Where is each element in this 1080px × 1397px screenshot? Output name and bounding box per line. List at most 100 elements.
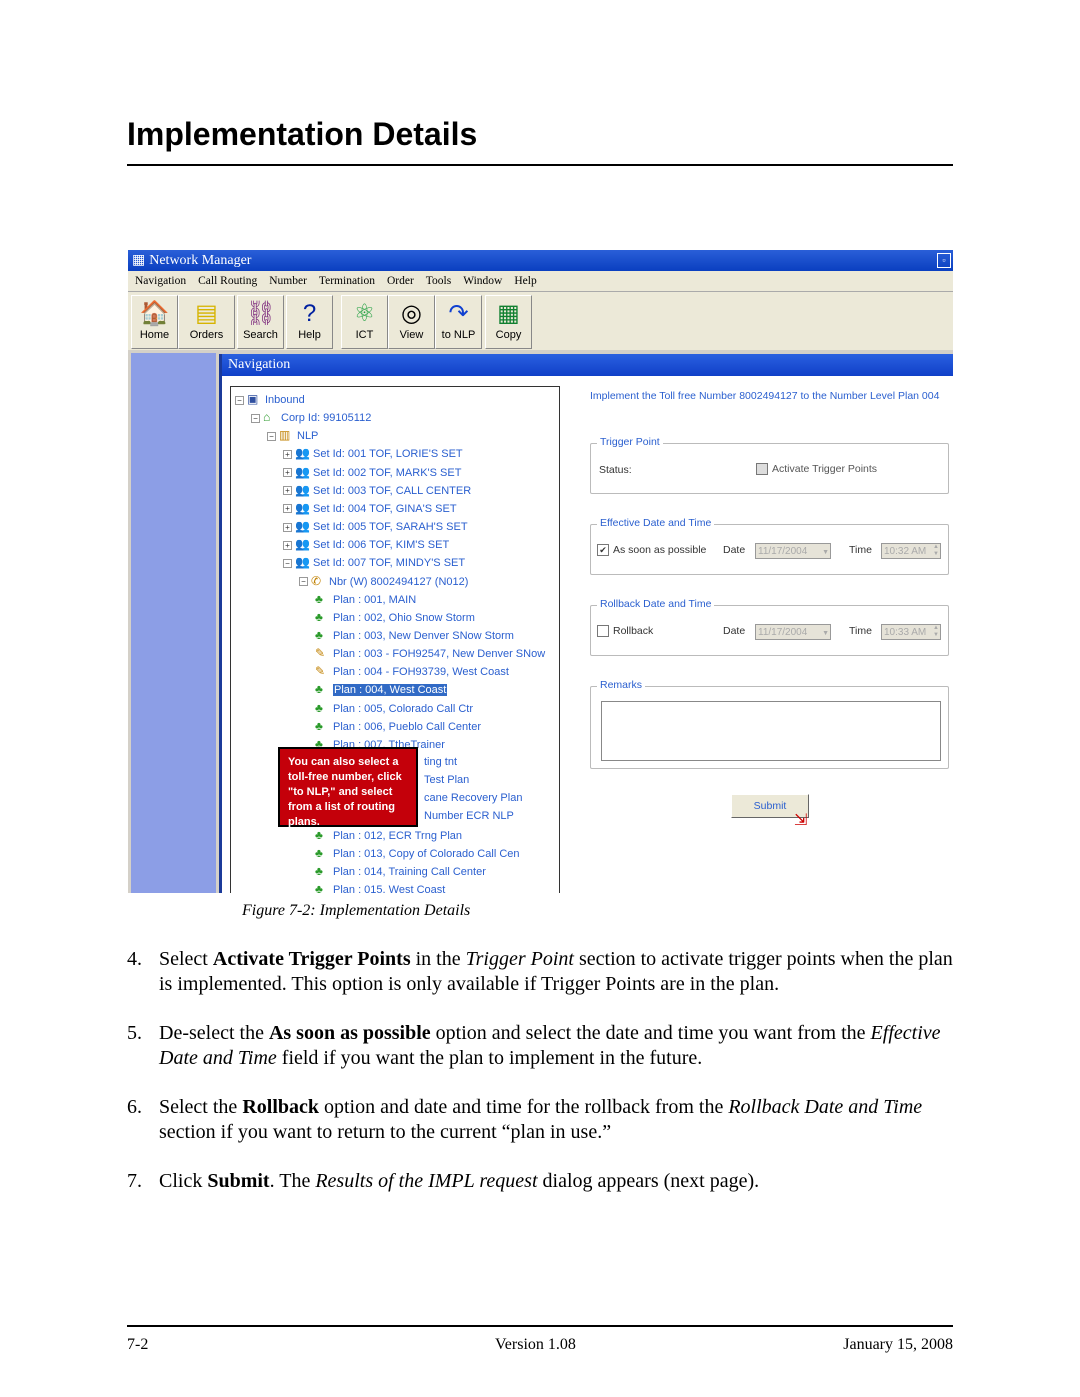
menu-termination[interactable]: Termination xyxy=(319,275,375,287)
tree-item[interactable]: + 👥 Set Id: 001 TOF, LORIE'S SET xyxy=(283,444,463,462)
effective-date-picker[interactable]: 11/17/2004 ▼ xyxy=(755,543,831,559)
trigger-point-group: Trigger Point Status: Activate Trigger P… xyxy=(590,436,949,494)
spinner-icon[interactable]: ▲ ▼ xyxy=(933,544,939,558)
cursor-arrow-icon: ⇲ xyxy=(794,812,808,829)
step-text: Select the Rollback option and date and … xyxy=(159,1096,923,1143)
spinner-icon[interactable]: ▲ ▼ xyxy=(933,625,939,639)
tree-item-label: Set Id: 007 TOF, MINDY'S SET xyxy=(313,557,466,570)
tree-item[interactable]: ♣ Plan : 006, Pueblo Call Center xyxy=(315,717,481,735)
collapse-icon[interactable]: − xyxy=(283,558,292,568)
tree-item-label: Set Id: 003 TOF, CALL CENTER xyxy=(313,484,472,497)
routing-plan-icon: ♣ xyxy=(315,700,323,715)
toolbar-label: Copy xyxy=(495,329,522,341)
rollback-time-spinner[interactable]: 10:33 AM ▲ ▼ xyxy=(881,624,941,640)
tree-item[interactable]: + 👥 Set Id: 004 TOF, GINA'S SET xyxy=(283,499,457,517)
tree-item[interactable]: + 👥 Set Id: 003 TOF, CALL CENTER xyxy=(283,481,471,499)
tree-item[interactable]: + 👥 Set Id: 002 TOF, MARK'S SET xyxy=(283,463,461,481)
chevron-down-icon[interactable]: ▼ xyxy=(822,626,829,642)
tree-item[interactable]: − ▥ NLP xyxy=(267,426,318,444)
collapse-icon[interactable]: − xyxy=(251,413,260,423)
rollback-checkbox[interactable]: Rollback xyxy=(597,625,653,638)
tree-item[interactable]: cane Recovery Plan xyxy=(424,789,522,807)
tree-item[interactable]: ✎ Plan : 003 - FOH92547, New Denver SNow xyxy=(315,644,545,662)
home-icon: 🏠 xyxy=(139,300,170,327)
toolbar-to-nlp-button[interactable]: ↷ to NLP xyxy=(435,295,482,349)
collapse-icon[interactable]: − xyxy=(267,431,276,441)
tree-item[interactable]: − ✆ Nbr (W) 8002494127 (N012) xyxy=(299,572,468,590)
restore-icon[interactable]: ▫ xyxy=(937,253,951,268)
as-soon-as-possible-checkbox[interactable]: ✔ As soon as possible xyxy=(597,544,706,557)
tree-item[interactable]: ting tnt xyxy=(424,753,457,771)
expand-icon[interactable]: + xyxy=(283,468,292,478)
menu-help[interactable]: Help xyxy=(514,275,536,287)
group-legend: Remarks xyxy=(597,679,646,691)
tree-item-label: Set Id: 004 TOF, GINA'S SET xyxy=(313,502,457,515)
toolbar-search-button[interactable]: ⛓ Search xyxy=(237,295,284,349)
set-icon: 👥 xyxy=(295,446,310,461)
menu-navigation[interactable]: Navigation xyxy=(135,275,186,287)
tree-item[interactable]: ♣ Plan : 005, Colorado Call Ctr xyxy=(315,699,473,717)
step-number: 5. xyxy=(127,1022,142,1044)
tree-item[interactable]: + 👥 Set Id: 006 TOF, KIM'S SET xyxy=(283,535,449,553)
tree-item[interactable]: ♣ Plan : 015, West Coast xyxy=(315,880,445,893)
tree-item-label: ting tnt xyxy=(424,756,458,768)
status-label: Status: xyxy=(599,464,632,476)
callout-note: You can also select a toll-free number, … xyxy=(278,747,418,828)
toolbar-label: Orders xyxy=(189,329,224,341)
remarks-textarea[interactable] xyxy=(601,701,941,761)
toolbar-help-button[interactable]: ? Help xyxy=(286,295,333,349)
effective-time-spinner[interactable]: 10:32 AM ▲ ▼ xyxy=(881,543,941,559)
routing-plan-icon: ♣ xyxy=(315,627,323,642)
set-icon: 👥 xyxy=(295,555,310,570)
toolbar-label: Search xyxy=(243,329,278,341)
instruction-step: 7. Click Submit. The Results of the IMPL … xyxy=(127,1169,957,1194)
tree-item[interactable]: Number ECR NLP xyxy=(424,807,514,825)
tree-item[interactable]: ♣ Plan : 002, Ohio Snow Storm xyxy=(315,608,475,626)
step-number: 4. xyxy=(127,948,142,970)
toolbar-home-button[interactable]: 🏠 Home xyxy=(131,295,178,349)
expand-icon[interactable]: + xyxy=(283,522,292,532)
tree-item-label: Plan : 006, Pueblo Call Center xyxy=(333,720,481,733)
chevron-down-icon[interactable]: ▼ xyxy=(822,545,829,561)
tree-item[interactable]: ♣ Plan : 004, West Coast xyxy=(315,680,448,698)
tree-item[interactable]: + 👥 Set Id: 005 TOF, SARAH'S SET xyxy=(283,517,468,535)
menu-window[interactable]: Window xyxy=(463,275,502,287)
tree-item-label: cane Recovery Plan xyxy=(424,792,523,805)
expand-icon[interactable]: + xyxy=(283,540,292,550)
tree-item[interactable]: − ⌂ Corp Id: 99105112 xyxy=(251,408,371,426)
menu-tools[interactable]: Tools xyxy=(426,275,451,287)
expand-icon[interactable]: + xyxy=(283,504,292,514)
tree-item[interactable]: ♣ Plan : 012, ECR Trng Plan xyxy=(315,826,462,844)
tree-item-label: Plan : 004, West Coast xyxy=(333,684,448,697)
expand-icon[interactable]: + xyxy=(283,486,292,496)
menu-order[interactable]: Order xyxy=(387,275,414,287)
menu-call-routing[interactable]: Call Routing xyxy=(198,275,257,287)
toolbar-view-button[interactable]: ◎ View xyxy=(388,295,435,349)
collapse-icon[interactable]: − xyxy=(235,395,244,405)
tree-item[interactable]: ♣ Plan : 014, Training Call Center xyxy=(315,862,486,880)
activate-trigger-points-checkbox[interactable]: Activate Trigger Points xyxy=(756,463,877,476)
rollback-date-picker[interactable]: 11/17/2004 ▼ xyxy=(755,624,831,640)
toolbar-ict-button[interactable]: ⚛ ICT xyxy=(341,295,388,349)
tree-item[interactable]: − 👥 Set Id: 007 TOF, MINDY'S SET xyxy=(283,553,465,571)
routing-plan-icon: ♣ xyxy=(315,718,323,733)
expand-icon[interactable]: + xyxy=(283,450,292,460)
routing-plan-icon: ♣ xyxy=(315,609,323,624)
set-icon: 👥 xyxy=(295,537,310,552)
group-legend: Rollback Date and Time xyxy=(597,598,715,610)
toolbar-orders-button[interactable]: ▤ Orders xyxy=(178,295,235,349)
tree-item[interactable]: Test Plan xyxy=(424,771,469,789)
tree-item[interactable]: − ▣ Inbound xyxy=(235,390,305,408)
tree-item-label: Plan : 001, MAIN xyxy=(333,593,417,606)
toolbar-copy-button[interactable]: ▦ Copy xyxy=(485,295,532,349)
tree-item[interactable]: ♣ Plan : 003, New Denver SNow Storm xyxy=(315,626,514,644)
menu-number[interactable]: Number xyxy=(269,275,307,287)
tree-item[interactable]: ♣ Plan : 013, Copy of Colorado Call Cen xyxy=(315,844,520,862)
tree-item[interactable]: ✎ Plan : 004 - FOH93739, West Coast xyxy=(315,662,509,680)
time-label: Time xyxy=(849,625,872,637)
nlp-icon: ▥ xyxy=(279,428,291,443)
checkbox-icon xyxy=(597,625,609,638)
document-page: Implementation Details ▦ Network Manager ▫… xyxy=(0,0,1080,1397)
tree-item[interactable]: ♣ Plan : 001, MAIN xyxy=(315,590,416,608)
collapse-icon[interactable]: − xyxy=(299,577,308,587)
